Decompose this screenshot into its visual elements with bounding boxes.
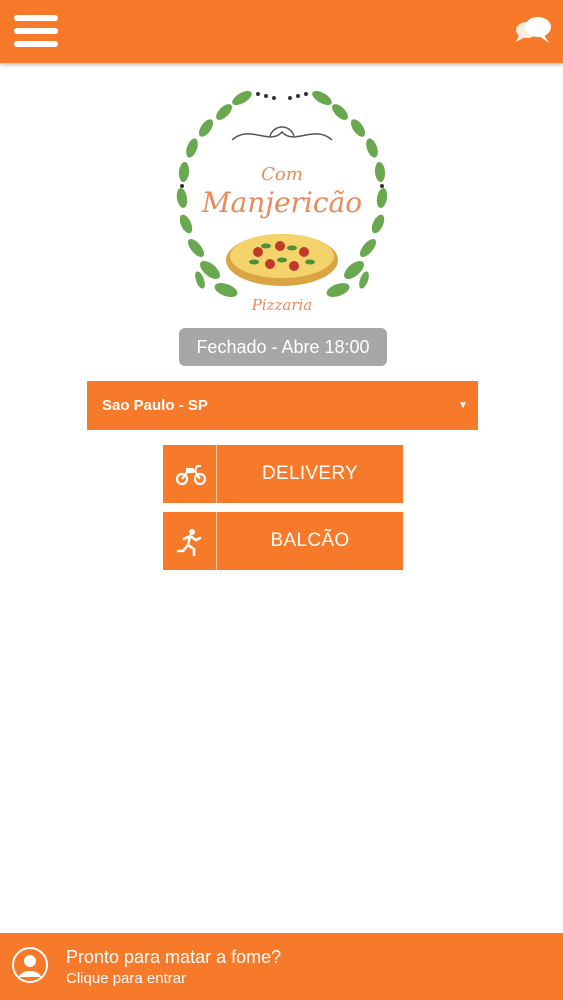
chevron-down-icon: ▼ — [458, 400, 468, 411]
counter-icon-cell — [163, 512, 217, 570]
running-person-icon — [176, 529, 202, 557]
login-footer-bar[interactable]: Pronto para matar a fome? Clique para en… — [0, 933, 563, 1000]
hamburger-menu-icon[interactable] — [14, 13, 58, 49]
logo-text-com: Com — [261, 164, 303, 185]
app-root: Com Manjericão Pizzaria Fechado - Abre 1… — [0, 0, 563, 1000]
top-bar — [0, 0, 563, 63]
delivery-icon-cell — [163, 445, 217, 503]
counter-label: BALCÃO — [270, 530, 350, 551]
logo-text-manjericao: Manjericão — [201, 186, 362, 219]
counter-pickup-button[interactable]: BALCÃO — [163, 512, 403, 570]
delivery-button[interactable]: DELIVERY — [163, 445, 403, 503]
delivery-label: DELIVERY — [261, 463, 359, 484]
pizzeria-logo: Com Manjericão Pizzaria — [170, 84, 394, 320]
user-avatar-icon — [12, 947, 48, 983]
chat-bubbles-icon[interactable] — [513, 14, 553, 48]
footer-title: Pronto para matar a fome? — [66, 947, 282, 967]
logo-text-pizzaria: Pizzaria — [251, 296, 313, 314]
footer-subtitle: Clique para entrar — [66, 970, 187, 987]
city-select[interactable]: Sao Paulo - SP ▼ — [87, 381, 478, 430]
motorcycle-icon — [175, 465, 207, 486]
store-status-badge: Fechado - Abre 18:00 — [179, 328, 387, 366]
city-select-value: Sao Paulo - SP — [102, 397, 208, 414]
